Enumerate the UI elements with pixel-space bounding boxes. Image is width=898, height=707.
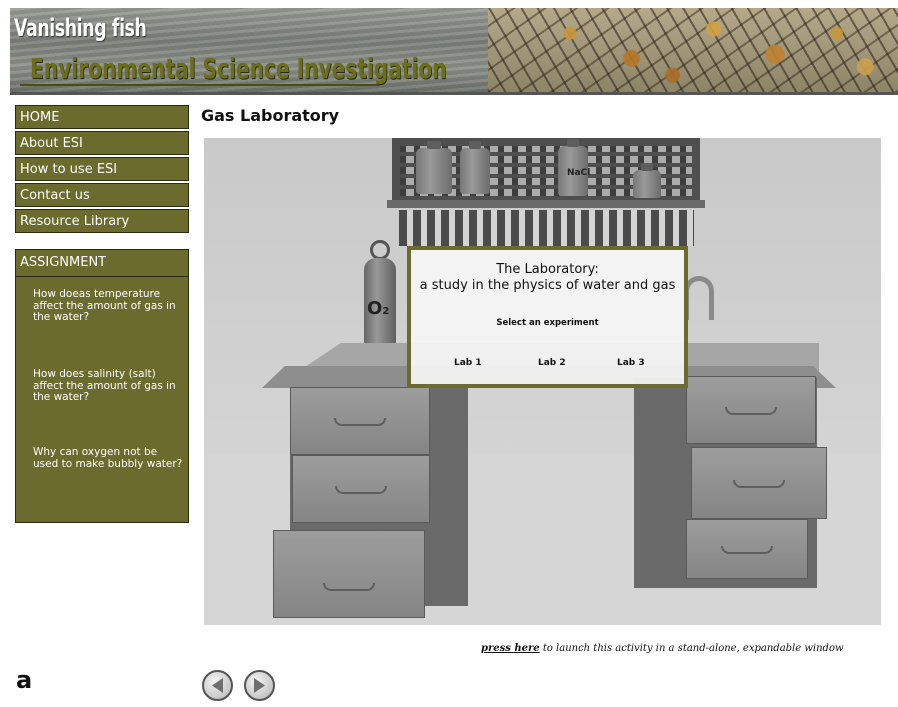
sidebar-nav: HOME About ESI How to use ESI Contact us… [15,105,189,235]
assignment-question-salinity[interactable]: How does salinity (salt) affect the amou… [33,368,183,404]
cylinder-valve [370,240,390,260]
lab-3-button[interactable]: Lab 3 [617,358,645,368]
banner-underline [20,84,380,86]
site-banner: Vanishing fish Environmental Science Inv… [10,8,898,95]
lab-1-button[interactable]: Lab 1 [454,358,482,368]
left-drawer-middle[interactable] [292,455,430,523]
figure-label: a [16,666,33,694]
nav-item-contact[interactable]: Contact us [15,183,189,207]
experiment-dialog: The Laboratory: a study in the physics o… [407,246,688,388]
page-title: Gas Laboratory [201,106,340,125]
lab-2-button[interactable]: Lab 2 [538,358,566,368]
cylinder-label-o: O [367,298,383,319]
tree-image [488,8,898,92]
assignment-question-temperature[interactable]: How doeas temperature affect the amount … [33,288,183,324]
right-drawer-top[interactable] [686,376,816,444]
nav-item-how-to-use[interactable]: How to use ESI [15,157,189,181]
nacl-bottle: NaCl [558,139,591,196]
assignment-panel: ASSIGNMENT How doeas temperature affect … [15,249,189,523]
assignment-question-oxygen[interactable]: Why can oxygen not be used to make bubbl… [33,446,183,470]
left-drawer-top[interactable] [290,387,430,455]
bottle [633,163,661,198]
right-drawer-bottom[interactable] [686,519,808,579]
launch-text: to launch this activity in a stand-alone… [539,643,844,654]
bottle [460,141,490,194]
assignment-heading: ASSIGNMENT [16,250,188,277]
nav-item-home[interactable]: HOME [15,105,189,129]
next-arrow-icon[interactable] [244,670,275,701]
faucet [684,276,714,320]
nacl-label: NaCl [567,168,591,178]
bottle [416,141,452,194]
shelf-lower [399,210,694,246]
left-drawer-bottom-open[interactable] [273,530,425,618]
dialog-title-line1: The Laboratory: [496,262,599,277]
dialog-title-line2: a study in the physics of water and gas [419,278,676,293]
oxygen-cylinder-label: O2 [367,298,389,319]
banner-subtitle: Environmental Science Investigation [30,52,447,85]
dialog-subtitle: Select an experiment [496,318,599,328]
right-drawer-middle-open[interactable] [691,447,827,519]
dialog-title: The Laboratory: a study in the physics o… [411,262,684,294]
press-here-link[interactable]: press here [481,643,540,654]
previous-arrow-icon[interactable] [202,670,233,701]
banner-title: Vanishing fish [14,14,147,42]
launch-instructions: press here to launch this activity in a … [481,643,844,654]
nav-item-resource-library[interactable]: Resource Library [15,209,189,233]
cylinder-label-sub: 2 [382,306,390,317]
nav-item-about[interactable]: About ESI [15,131,189,155]
shelf-board [387,200,705,208]
